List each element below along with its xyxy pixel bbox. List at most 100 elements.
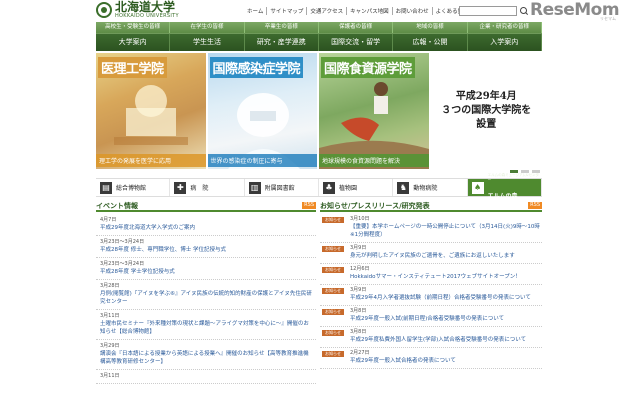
events-rss-button[interactable]: RSS	[302, 202, 316, 209]
facility-label: 附属図書館	[264, 185, 295, 192]
facility-link-museum[interactable]: ▤ 総合博物館	[96, 179, 171, 196]
facility-link-library[interactable]: ▥ 附属図書館	[245, 179, 319, 196]
event-link[interactable]: 土曜市民セミナー『外来種対策の現状と課題～アライグマ対策を中心に～』開催のお知ら…	[100, 320, 312, 336]
library-icon: ▥	[248, 181, 261, 194]
news-category-badge: お知らせ	[322, 217, 344, 223]
news-category-badge: お知らせ	[322, 288, 344, 294]
banner-panel-caption: 理工学の発展を医学に応用	[96, 154, 206, 167]
news-item[interactable]: お知らせ 3月9日 身元が判明したアイヌ民族のご遺骨を、ご遺族にお返しいたします	[320, 243, 542, 264]
news-link[interactable]: 【重要】本学ホームページの一時公開停止について（3月14日(火)9時～10時※1…	[350, 223, 540, 239]
main-nav-research[interactable]: 研究・産学連携	[245, 34, 319, 51]
main-nav-student-life[interactable]: 学生生活	[170, 34, 245, 51]
news-date: 2月27日	[350, 350, 370, 356]
hero-banner[interactable]: 医理工学院 理工学の発展を医学に応用 国際感染症学院 世界の感染症の制圧に寄与 …	[96, 53, 542, 169]
event-date: 4月7日	[100, 217, 117, 223]
banner-panel-medical-engineering[interactable]: 医理工学院 理工学の発展を医学に応用	[96, 53, 206, 169]
logo-japanese: 北海道大学	[115, 0, 176, 14]
event-date: 3月29日	[100, 343, 120, 349]
facility-links: ▤ 総合博物館 ✚ 病 院 ▥ 附属図書館 ♣ 植物園 ♞ 動物病院 ♠ エルム…	[96, 173, 542, 200]
event-item[interactable]: 3月28日 月例(閲覧館)『アイヌを学ぶ⑥』アイヌ民族の伝統的知的財産の保護とア…	[96, 280, 316, 310]
elm-icon: ♠	[471, 181, 484, 194]
announcement-line-1: 平成29年4月	[455, 91, 517, 102]
audience-nav-applicants[interactable]: 高校生・受験生の皆様	[96, 22, 171, 33]
event-link[interactable]: 月例(閲覧館)『アイヌを学ぶ⑥』アイヌ民族の伝統的知的財産の保護とアイヌ先住民研…	[100, 290, 312, 306]
news-link[interactable]: 平成29年4月入学者選抜試験（前期日程）合格者受験番号の発表について	[350, 294, 540, 302]
facility-label: 総合博物館	[116, 185, 147, 192]
news-link[interactable]: 身元が判明したアイヌ民族のご遺骨を、ご遺族にお返しいたします	[350, 252, 540, 260]
site-header: 北海道大学 HOKKAIDO UNIVERSITY ホーム サイトマップ 交通ア…	[0, 0, 640, 22]
facility-label: エルムの森	[487, 193, 518, 200]
university-logo[interactable]: 北海道大学 HOKKAIDO UNIVERSITY	[96, 0, 206, 20]
audience-nav-students[interactable]: 在学生の皆様	[170, 22, 245, 33]
news-item[interactable]: お知らせ 3月8日 平成29年度一般入試(前期日程)合格者受験番号の発表について	[320, 306, 542, 327]
event-item[interactable]: 3月23日～3月24日 平成28年度 修士、専門職学位、博士 学位記授与式	[96, 236, 316, 258]
banner-panel-infectious-disease[interactable]: 国際感染症学院 世界の感染症の制圧に寄与	[207, 53, 317, 169]
facility-link-animal-hospital[interactable]: ♞ 動物病院	[393, 179, 468, 196]
news-item[interactable]: お知らせ 2月27日 平成29年度一般入試合格者の発表について	[320, 348, 542, 369]
logo-english: HOKKAIDO UNIVERSITY	[115, 13, 179, 19]
news-date: 3月8日	[350, 308, 367, 314]
banner-announcement: 平成29年4月 ３つの国際大学院を 設置	[431, 53, 543, 169]
news-date: 3月9日	[350, 245, 367, 251]
event-item[interactable]: 3月29日 講演会『日本語による授業から英語による授業へ』開催のお知らせ【高等教…	[96, 340, 316, 370]
utility-link-campus-map[interactable]: キャンパス地図	[346, 7, 392, 15]
animal-icon: ♞	[397, 181, 410, 194]
facility-link-hospital[interactable]: ✚ 病 院	[170, 179, 245, 196]
banner-panel-food-resources[interactable]: 国際食資源学院 地球規模の食資源問題を解決	[319, 53, 429, 169]
event-link[interactable]: 平成29年度北海道大学入学式のご案内	[100, 224, 312, 232]
news-column: お知らせ/プレスリリース/研究発表 RSS お知らせ 3月10日 【重要】本学ホ…	[320, 201, 542, 400]
utility-link-sitemap[interactable]: サイトマップ	[266, 7, 306, 15]
audience-nav-parents[interactable]: 保護者の皆様	[319, 22, 394, 33]
search-icon[interactable]	[519, 6, 529, 16]
news-category-badge: お知らせ	[322, 351, 344, 357]
facility-sub-label: エルムの森ミュージアム&センター	[487, 173, 539, 182]
utility-link-home[interactable]: ホーム	[244, 7, 266, 15]
main-nav-about[interactable]: 大学案内	[96, 34, 171, 51]
audience-nav-alumni[interactable]: 卒業生の皆様	[245, 22, 319, 33]
event-link[interactable]: 講演会『日本語による授業から英語による授業へ』開催のお知らせ【高等教育推進機構高…	[100, 350, 312, 366]
banner-panel-title: 医理工学院	[98, 57, 167, 78]
news-rss-button[interactable]: RSS	[528, 202, 542, 209]
events-title: イベント情報	[96, 201, 138, 210]
news-item[interactable]: お知らせ 3月9日 平成29年4月入学者選抜試験（前期日程）合格者受験番号の発表…	[320, 285, 542, 306]
facility-link-botanic-garden[interactable]: ♣ 植物園	[319, 179, 394, 196]
facility-label: 病 院	[190, 185, 209, 192]
banner-panel-caption: 世界の感染症の制圧に寄与	[207, 154, 317, 167]
news-header: お知らせ/プレスリリース/研究発表 RSS	[320, 201, 542, 212]
main-nav-admissions[interactable]: 入学案内	[468, 34, 542, 51]
search-input[interactable]	[459, 6, 517, 16]
news-item[interactable]: お知らせ 3月8日 平成29年度私費外国人留学生(学部)入試合格者受験番号の発表…	[320, 327, 542, 348]
news-category-badge: お知らせ	[322, 309, 344, 315]
banner-panel-title: 国際感染症学院	[209, 57, 304, 78]
event-link[interactable]: 平成28年度 修士、専門職学位、博士 学位記授与式	[100, 246, 312, 254]
audience-nav-researchers[interactable]: 企業・研究者の皆様	[468, 22, 542, 33]
news-item[interactable]: お知らせ 12月6日 Hokkaidoサマー・インスティテュート2017ウェブサ…	[320, 264, 542, 285]
event-item[interactable]: 4月7日 平成29年度北海道大学入学式のご案内	[96, 214, 316, 236]
news-item[interactable]: お知らせ 3月10日 【重要】本学ホームページの一時公開停止について（3月14日…	[320, 214, 542, 243]
news-link[interactable]: 平成29年度一般入試合格者の発表について	[350, 357, 540, 365]
events-header: イベント情報 RSS	[96, 201, 316, 212]
event-item[interactable]: 3月11日	[96, 370, 316, 384]
event-item[interactable]: 3月11日 土曜市民セミナー『外来種対策の現状と課題～アライグマ対策を中心に～』…	[96, 310, 316, 340]
event-link[interactable]: 平成28年度 学士学位記授与式	[100, 268, 312, 276]
event-item[interactable]: 3月23日～3月24日 平成28年度 学士学位記授与式	[96, 258, 316, 280]
main-nav-international[interactable]: 国際交流・留学	[319, 34, 394, 51]
announcement-line-3: 設置	[476, 119, 497, 130]
resemom-watermark-sub: リセマム	[600, 16, 616, 21]
audience-nav-community[interactable]: 地域の皆様	[393, 22, 468, 33]
news-category-badge: お知らせ	[322, 330, 344, 336]
news-link[interactable]: 平成29年度一般入試(前期日程)合格者受験番号の発表について	[350, 315, 540, 323]
news-title: お知らせ/プレスリリース/研究発表	[320, 201, 430, 210]
news-link[interactable]: Hokkaidoサマー・インスティテュート2017ウェブサイトオープン！	[350, 273, 540, 281]
utility-link-contact[interactable]: お問い合わせ	[391, 7, 432, 15]
main-nav-public-relations[interactable]: 広報・公開	[393, 34, 468, 51]
botanic-icon: ♣	[322, 181, 335, 194]
facility-link-elm-forest[interactable]: ♠ エルムの森ミュージアム&センター エルムの森	[467, 173, 542, 200]
news-link[interactable]: 平成29年度私費外国人留学生(学部)入試合格者受験番号の発表について	[350, 336, 540, 344]
utility-link-access[interactable]: 交通アクセス	[306, 7, 346, 15]
event-date: 3月28日	[100, 283, 120, 289]
news-date: 3月9日	[350, 287, 367, 293]
facility-label: 動物病院	[413, 185, 438, 192]
news-category-badge: お知らせ	[322, 246, 344, 252]
utility-links: ホーム サイトマップ 交通アクセス キャンパス地図 お問い合わせ よくある質問	[244, 7, 472, 15]
